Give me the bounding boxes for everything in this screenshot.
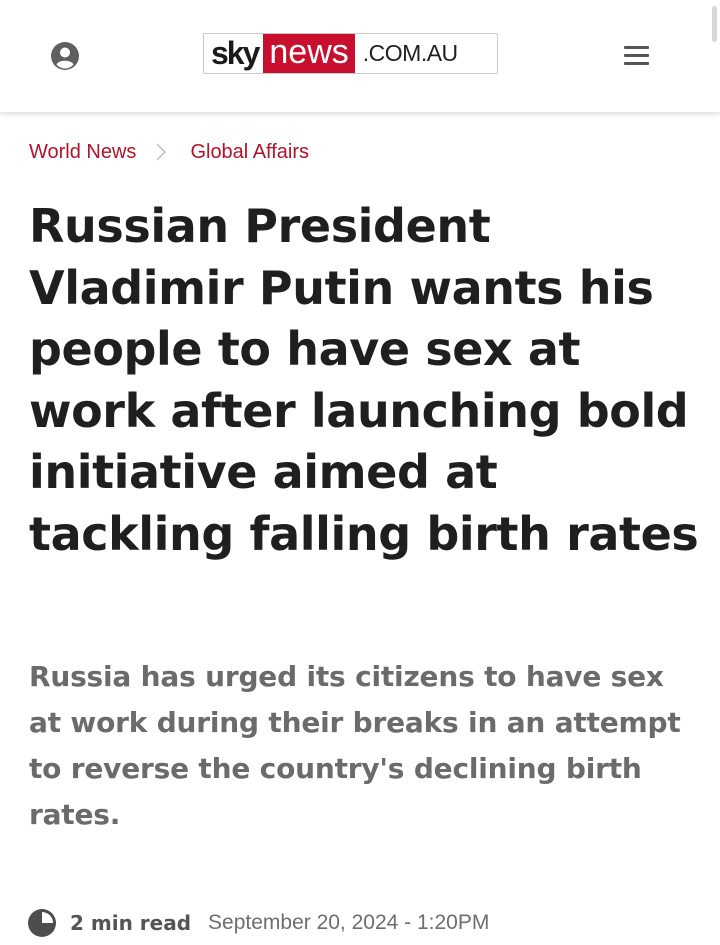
breadcrumb-global-affairs[interactable]: Global Affairs	[190, 141, 309, 164]
article-standfirst: Russia has urged its citizens to have se…	[29, 660, 681, 831]
breadcrumb: World News Global Affairs	[29, 138, 309, 166]
site-header: sky news .COM.AU	[0, 0, 720, 113]
chevron-right-icon	[156, 143, 167, 161]
clock-icon	[28, 909, 56, 937]
breadcrumb-world-news[interactable]: World News	[29, 141, 136, 164]
logo-news-text: news	[263, 34, 355, 73]
sky-news-logo[interactable]: sky news .COM.AU	[203, 33, 498, 74]
account-button[interactable]	[50, 41, 80, 71]
article-meta: 2 min read September 20, 2024 - 1:20PM	[27, 906, 489, 940]
scrollbar[interactable]	[712, 6, 717, 42]
user-circle-icon	[51, 42, 79, 70]
article-page: sky news .COM.AU World News Global Affai…	[0, 0, 720, 945]
publish-date: September 20, 2024 - 1:20PM	[208, 911, 490, 934]
menu-button[interactable]	[624, 45, 650, 67]
article-headline: Russian President Vladimir Putin wants h…	[29, 199, 699, 561]
read-time: 2 min read	[70, 911, 192, 935]
logo-sky-text: sky	[211, 35, 260, 71]
logo-domain-text: .COM.AU	[362, 40, 458, 66]
